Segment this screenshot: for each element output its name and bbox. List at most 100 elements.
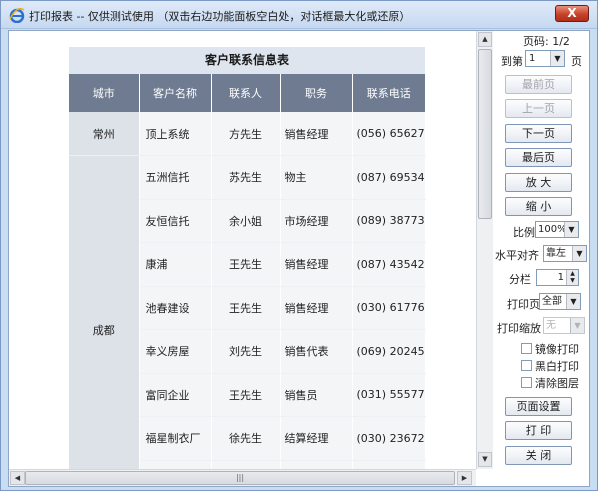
halign-label: 水平对齐 (495, 249, 539, 262)
phone-cell: (031) 5557733 (352, 373, 426, 417)
chevron-down-icon[interactable]: ▼ (566, 294, 580, 309)
zoom-out-button[interactable]: 缩 小 (505, 197, 572, 216)
title-cell: 结算经理 (280, 416, 353, 461)
bw-print-checkbox[interactable] (521, 360, 532, 371)
prev-page-button[interactable]: 上一页 (505, 99, 572, 118)
title-cell: 销售代表 (280, 329, 353, 374)
bw-print-label: 黑白打印 (535, 360, 579, 373)
print-pages-select[interactable]: 全部 ▼ (539, 293, 581, 310)
scroll-right-icon[interactable]: ▶ (457, 471, 472, 485)
horizontal-scroll-thumb[interactable]: ||| (25, 471, 455, 485)
scale-value: 100% (538, 224, 567, 235)
phone-cell: (030) 61776110 (352, 286, 426, 330)
goto-page-label: 到第 (501, 55, 523, 68)
print-scale-label: 打印缩放 (497, 322, 541, 335)
title-cell: 销售经理 (280, 286, 353, 330)
client-area: 客户联系信息表 城市 客户名称 联系人 职务 联系电话 常州 顶上系统 方先生 … (8, 30, 590, 487)
mirror-print-label: 镜像打印 (535, 343, 579, 356)
goto-page-unit: 页 (571, 55, 582, 68)
vertical-scroll-thumb[interactable] (478, 49, 492, 219)
window-title: 打印报表 -- 仅供测试使用 （双击右边功能面板空白处，对话框最大化或还原） (29, 10, 411, 23)
contact-cell: 方先生 (211, 112, 281, 156)
horizontal-scrollbar[interactable]: ◀ ||| ▶ (9, 469, 476, 486)
contact-cell: 王先生 (211, 286, 281, 330)
print-scale-value: 无 (546, 320, 556, 331)
contact-cell: 徐先生 (211, 416, 281, 461)
phone-cell: (087) 43542534 (352, 242, 426, 287)
halign-value: 靠左 (546, 248, 566, 259)
customer-cell: 幸义房屋 (139, 329, 212, 374)
column-header-phone: 联系电话 (352, 74, 425, 112)
phone-cell: (056) 6562722 (352, 112, 426, 156)
table-header-row: 城市 客户名称 联系人 职务 联系电话 (69, 74, 425, 112)
clear-layer-label: 清除图层 (535, 377, 579, 390)
title-bar: 打印报表 -- 仅供测试使用 （双击右边功能面板空白处，对话框最大化或还原） X (1, 1, 597, 29)
title-cell: 物主 (280, 155, 353, 200)
columns-stepper[interactable]: 1 ▲ ▼ (536, 269, 579, 286)
report-table: 城市 客户名称 联系人 职务 联系电话 常州 顶上系统 方先生 销售经理 (05… (69, 74, 426, 469)
goto-page-select[interactable]: 1 ▼ (525, 50, 565, 67)
mirror-print-checkbox[interactable] (521, 343, 532, 354)
contact-cell: 王先生 (211, 373, 281, 417)
vertical-scrollbar[interactable]: ▲ ▼ (476, 31, 493, 469)
column-header-city: 城市 (69, 74, 140, 112)
customer-cell: 顶上系统 (139, 112, 212, 156)
title-cell: 销售经理 (280, 112, 353, 156)
phone-cell: (087) 69534671 (352, 155, 426, 200)
clear-layer-checkbox[interactable] (521, 377, 532, 388)
customer-cell: 富同企业 (139, 373, 212, 417)
scroll-down-icon[interactable]: ▼ (478, 452, 492, 467)
table-row: 成都 五洲信托 苏先生 物主 (087) 69534671 (69, 155, 426, 469)
phone-cell: (069) 20245984 (352, 329, 426, 374)
phone-cell: (030) 23672220 (352, 416, 426, 461)
chevron-down-icon[interactable]: ▼ (572, 246, 586, 261)
contact-cell: 刘先生 (211, 329, 281, 374)
contact-cell: 苏先生 (211, 155, 281, 200)
close-button[interactable]: 关 闭 (505, 446, 572, 465)
report-preview: 客户联系信息表 城市 客户名称 联系人 职务 联系电话 常州 顶上系统 方先生 … (9, 31, 476, 469)
spin-arrows-icon[interactable]: ▲ ▼ (566, 270, 578, 285)
city-cell: 成都 (69, 155, 140, 469)
next-page-button[interactable]: 下一页 (505, 124, 572, 143)
first-page-button[interactable]: 最前页 (505, 75, 572, 94)
print-pages-label: 打印页 (507, 298, 540, 311)
goto-page-value: 1 (529, 53, 536, 64)
report-page: 客户联系信息表 城市 客户名称 联系人 职务 联系电话 常州 顶上系统 方先生 … (69, 47, 426, 469)
scroll-up-icon[interactable]: ▲ (478, 32, 492, 47)
title-cell: 市场经理 (280, 199, 353, 243)
contact-cell: 王先生 (211, 242, 281, 287)
city-cell: 常州 (69, 112, 140, 156)
print-report-window: 打印报表 -- 仅供测试使用 （双击右边功能面板空白处，对话框最大化或还原） X… (0, 0, 598, 491)
column-header-contact: 联系人 (211, 74, 281, 112)
scroll-left-icon[interactable]: ◀ (10, 471, 25, 485)
columns-value: 1 (557, 272, 564, 283)
report-title: 客户联系信息表 (69, 47, 425, 74)
column-header-title: 职务 (280, 74, 353, 112)
customer-cell: 康浦 (139, 242, 212, 287)
print-pages-value: 全部 (542, 296, 562, 307)
contact-cell: 余小姐 (211, 199, 281, 243)
page-setup-button[interactable]: 页面设置 (505, 397, 572, 416)
table-row: 常州 顶上系统 方先生 销售经理 (056) 6562722 (69, 112, 426, 156)
customer-cell: 福星制衣厂 (139, 416, 212, 461)
customer-cell: 五洲信托 (139, 155, 212, 200)
function-panel: 页码: 1/2 到第 1 ▼ 页 最前页 上一页 下一页 最后页 放 大 缩 小… (493, 31, 589, 486)
scale-select[interactable]: 100% ▼ (535, 221, 579, 238)
phone-cell: (089) 3877310 (352, 199, 426, 243)
chevron-down-icon[interactable]: ▼ (570, 318, 584, 333)
columns-label: 分栏 (509, 273, 531, 286)
title-cell: 销售经理 (280, 242, 353, 287)
print-scale-select[interactable]: 无 ▼ (543, 317, 585, 334)
close-window-button[interactable]: X (555, 5, 589, 22)
chevron-down-icon[interactable]: ▼ (564, 222, 578, 237)
print-button[interactable]: 打 印 (505, 421, 572, 440)
column-header-customer: 客户名称 (139, 74, 212, 112)
scale-label: 比例 (513, 226, 535, 239)
zoom-in-button[interactable]: 放 大 (505, 173, 572, 192)
halign-select[interactable]: 靠左 ▼ (543, 245, 587, 262)
customer-cell: 友恒信托 (139, 199, 212, 243)
chevron-down-icon[interactable]: ▼ (550, 51, 564, 66)
customer-cell: 池春建设 (139, 286, 212, 330)
last-page-button[interactable]: 最后页 (505, 148, 572, 167)
title-cell: 销售员 (280, 373, 353, 417)
